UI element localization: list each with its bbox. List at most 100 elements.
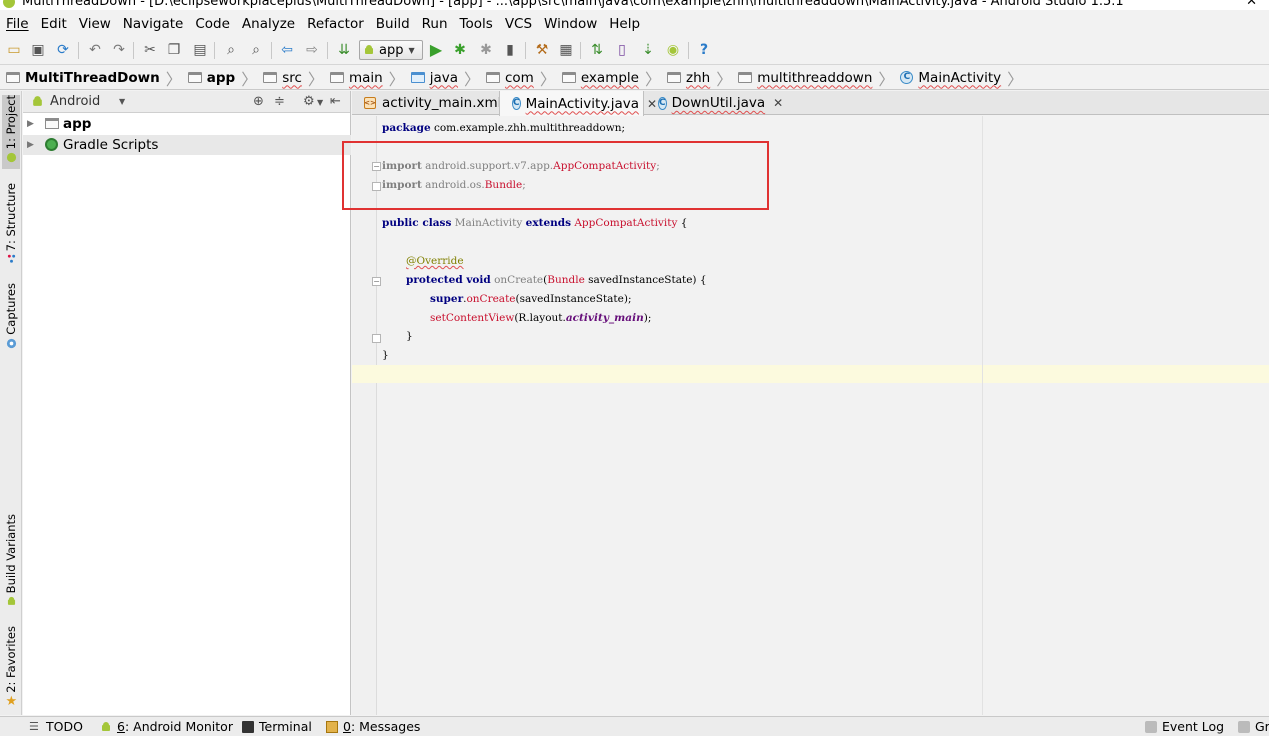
expand-arrow-icon[interactable]: ▶ <box>27 140 34 150</box>
menu-run[interactable]: Run <box>416 16 454 32</box>
breadcrumb-multithreaddown[interactable]: multithreaddown 〉 <box>738 66 900 90</box>
menu-edit[interactable]: Edit <box>35 16 73 32</box>
menu-window[interactable]: Window <box>538 16 603 32</box>
menu-view[interactable]: View <box>73 16 117 32</box>
save-all-icon[interactable]: ▣ <box>29 41 47 59</box>
folder-icon <box>329 72 344 83</box>
sdk-manager-icon[interactable]: ▦ <box>557 41 575 59</box>
device-monitor-icon[interactable]: ⇣ <box>639 41 657 59</box>
breadcrumb-zhh[interactable]: zhh 〉 <box>666 66 738 90</box>
menu-code[interactable]: Code <box>189 16 236 32</box>
event-log-icon <box>1145 720 1157 733</box>
run-config-selector[interactable]: app ▼ <box>359 40 423 60</box>
tool-tab-structure[interactable]: 7: Structure <box>2 183 20 263</box>
android-icon <box>33 96 42 106</box>
menu-help[interactable]: Help <box>603 16 646 32</box>
chevron-down-icon[interactable]: ▼ <box>317 98 323 107</box>
hide-panel-icon[interactable]: ⇤ <box>330 94 341 109</box>
project-view-selector[interactable]: Android ▼ <box>31 94 125 109</box>
breadcrumb-src[interactable]: src 〉 <box>263 66 330 90</box>
undo-icon[interactable]: ↶ <box>86 41 104 59</box>
android-icon <box>365 45 373 54</box>
gear-icon[interactable]: ⚙ <box>303 94 315 109</box>
tool-tab-todo[interactable]: ☰ TODO <box>29 719 83 734</box>
left-tool-stripe: 1: Project 7: Structure Captures Build V… <box>0 91 22 715</box>
tool-tab-favorites[interactable]: 2: Favorites ★ <box>2 626 20 708</box>
menu-tools[interactable]: Tools <box>454 16 499 32</box>
menu-navigate[interactable]: Navigate <box>117 16 190 32</box>
menu-refactor[interactable]: Refactor <box>301 16 370 32</box>
collapse-all-icon[interactable]: ≑ <box>274 94 285 109</box>
help-icon[interactable]: ? <box>695 41 713 59</box>
breadcrumb-main[interactable]: main 〉 <box>329 66 411 90</box>
expand-arrow-icon[interactable]: ▶ <box>27 119 34 129</box>
tool-tab-event-log[interactable]: Event Log <box>1145 719 1224 734</box>
chevron-right-icon: 〉 <box>463 69 480 89</box>
chevron-right-icon: 〉 <box>241 69 258 89</box>
project-structure-icon[interactable]: ⚒ <box>533 41 551 59</box>
stop-icon[interactable]: ▮ <box>501 41 519 59</box>
close-tab-icon[interactable]: ✕ <box>773 96 783 110</box>
code-line-11: setContentView(R.layout.activity_main); <box>430 312 652 324</box>
structure-icon <box>7 255 15 263</box>
code-editor[interactable]: package com.example.zhh.multithreaddown;… <box>378 116 1269 715</box>
tool-tab-android-monitor[interactable]: 6: Android Monitor <box>100 719 233 734</box>
class-icon: C <box>658 96 667 110</box>
close-window-icon[interactable]: ✕ <box>1246 0 1257 9</box>
tab-mainactivity-java[interactable]: C MainActivity.java ✕ <box>499 91 657 116</box>
avd-manager-icon[interactable]: ▯ <box>613 41 631 59</box>
messages-icon <box>326 720 338 733</box>
tool-tab-gradle[interactable]: Gr <box>1238 719 1269 734</box>
main-toolbar: ▭ ▣ ⟳ ↶ ↷ ✂ ❐ ▤ ⌕ ⌕ ⇦ ⇨ ⇊ app ▼ ▶ ✱ ✱ ▮ … <box>0 36 1269 65</box>
menu-bar: File Edit View Navigate Code Analyze Ref… <box>0 12 1269 36</box>
breadcrumb-app[interactable]: app 〉 <box>187 66 263 90</box>
gradle-icon <box>45 138 58 151</box>
open-folder-icon[interactable]: ▭ <box>5 41 23 59</box>
forward-icon[interactable]: ⇨ <box>303 41 321 59</box>
chevron-right-icon: 〉 <box>1007 69 1024 89</box>
menu-vcs[interactable]: VCS <box>499 16 538 32</box>
tool-tab-project[interactable]: 1: Project <box>2 95 20 169</box>
class-icon: C <box>900 71 914 84</box>
run-icon[interactable]: ▶ <box>427 41 445 59</box>
gradle-sync-icon[interactable]: ⇅ <box>588 41 606 59</box>
breadcrumb-java[interactable]: java 〉 <box>410 66 486 90</box>
toolbar-separator <box>78 42 79 59</box>
breadcrumb-com[interactable]: com 〉 <box>486 66 562 90</box>
redo-icon[interactable]: ↷ <box>110 41 128 59</box>
tab-activity-main-xml[interactable]: <> activity_main.xml ✕ <box>352 91 520 115</box>
menu-file[interactable]: File <box>0 16 35 32</box>
sync-icon[interactable]: ⟳ <box>54 41 72 59</box>
menu-build[interactable]: Build <box>370 16 416 32</box>
make-project-icon[interactable]: ⇊ <box>335 41 353 59</box>
window-title: MultiThreadDown - [D:\eclipseworkplacepl… <box>22 0 1124 9</box>
tree-item-gradle-scripts[interactable]: ▶ Gradle Scripts <box>23 135 351 155</box>
project-folder-icon <box>6 72 20 83</box>
back-icon[interactable]: ⇦ <box>278 41 296 59</box>
code-line-1: package com.example.zhh.multithreaddown; <box>382 122 626 134</box>
tool-tab-build-variants[interactable]: Build Variants <box>2 514 20 607</box>
gradle-console-icon <box>1238 720 1250 733</box>
tab-downutil-java[interactable]: C DownUtil.java ✕ <box>646 91 783 115</box>
tool-tab-captures[interactable]: Captures <box>2 283 20 349</box>
paste-icon[interactable]: ▤ <box>191 41 209 59</box>
debug-icon[interactable]: ✱ <box>451 41 469 59</box>
copy-icon[interactable]: ❐ <box>165 41 183 59</box>
navigation-bar: MultiThreadDown 〉 app 〉 src 〉 main 〉 jav… <box>0 66 1269 90</box>
breadcrumb-example[interactable]: example 〉 <box>561 66 667 90</box>
scroll-from-source-icon[interactable]: ⊕ <box>253 94 264 109</box>
editor-gutter[interactable]: − − <box>352 116 381 715</box>
tool-tab-messages[interactable]: 0: Messages <box>326 719 420 734</box>
android-monitor-icon[interactable]: ◉ <box>664 41 682 59</box>
tree-item-app[interactable]: ▶ app <box>23 114 351 134</box>
replace-icon[interactable]: ⌕ <box>247 41 265 59</box>
breadcrumb-project[interactable]: MultiThreadDown 〉 <box>6 66 188 90</box>
attach-debugger-icon[interactable]: ✱ <box>477 41 495 59</box>
folder-icon <box>263 72 278 83</box>
cut-icon[interactable]: ✂ <box>141 41 159 59</box>
breadcrumb-mainactivity[interactable]: C MainActivity 〉 <box>900 66 1029 90</box>
title-bar: MultiThreadDown - [D:\eclipseworkplacepl… <box>0 0 1269 10</box>
menu-analyze[interactable]: Analyze <box>236 16 301 32</box>
find-icon[interactable]: ⌕ <box>222 41 240 59</box>
tool-tab-terminal[interactable]: Terminal <box>242 719 312 734</box>
